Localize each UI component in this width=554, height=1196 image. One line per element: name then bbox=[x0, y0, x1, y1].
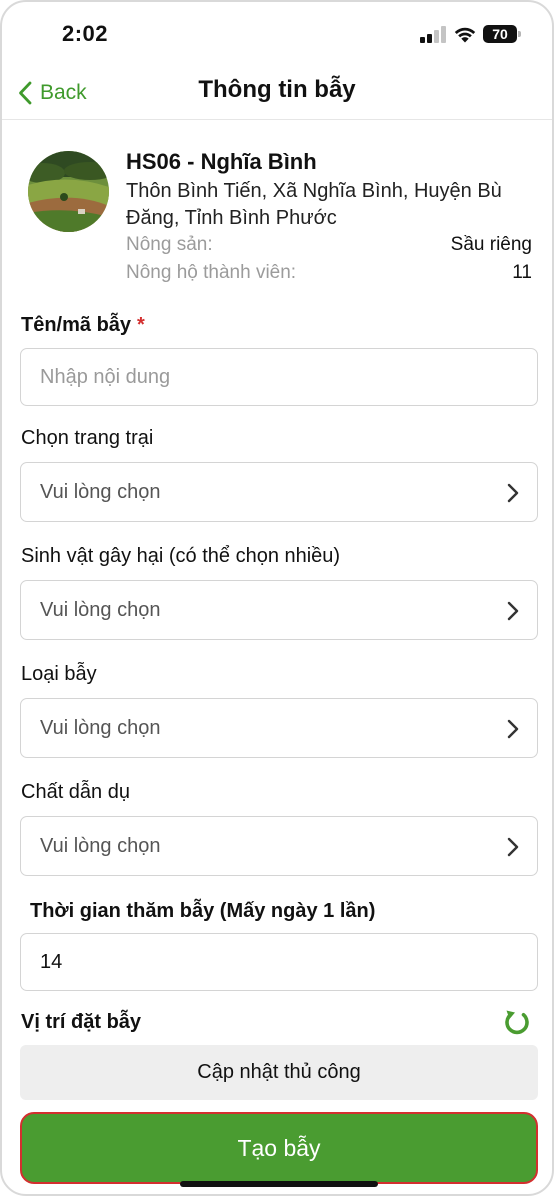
farm-select-value: Vui lòng chọn bbox=[40, 481, 161, 503]
farm-info-card: HS06 - Nghĩa Bình Thôn Bình Tiến, Xã Ngh… bbox=[2, 120, 552, 290]
page-title: Thông tin bẫy bbox=[198, 76, 356, 103]
refresh-icon[interactable] bbox=[501, 1006, 533, 1038]
members-label: Nông hộ thành viên: bbox=[126, 262, 297, 283]
trap-name-field[interactable] bbox=[20, 348, 538, 406]
visit-interval-field[interactable]: 14 bbox=[20, 933, 538, 991]
pest-select-label: Sinh vật gây hại (có thể chọn nhiều) bbox=[21, 545, 341, 567]
farm-select[interactable]: Vui lòng chọn bbox=[20, 462, 538, 522]
visit-interval-label: Thời gian thăm bẫy (Mấy ngày 1 lần) bbox=[30, 900, 376, 922]
lure-select[interactable]: Vui lòng chọn bbox=[20, 816, 538, 876]
farm-name: HS06 - Nghĩa Bình bbox=[126, 149, 317, 174]
lure-select-label: Chất dẫn dụ bbox=[21, 781, 130, 803]
pest-select-value: Vui lòng chọn bbox=[40, 599, 161, 621]
home-indicator bbox=[180, 1181, 378, 1187]
pest-select[interactable]: Vui lòng chọn bbox=[20, 580, 538, 640]
chevron-right-icon bbox=[507, 483, 519, 503]
visit-interval-value[interactable]: 14 bbox=[40, 951, 62, 974]
chevron-right-icon bbox=[507, 719, 519, 739]
required-mark: * bbox=[137, 314, 145, 336]
members-value: 11 bbox=[512, 262, 532, 283]
phone-screen: 2:02 70 Back Thông tin bẫy HS06 - Nghĩa … bbox=[0, 0, 554, 1196]
wifi-icon bbox=[454, 27, 476, 43]
nav-bar: Back Thông tin bẫy bbox=[2, 66, 552, 120]
battery-icon: 70 bbox=[483, 25, 521, 43]
status-time: 2:02 bbox=[62, 21, 109, 46]
trap-type-label: Loại bẫy bbox=[21, 663, 97, 685]
chevron-right-icon bbox=[507, 601, 519, 621]
trap-name-label: Tên/mã bẫy * bbox=[21, 314, 145, 336]
cellular-signal-icon bbox=[420, 26, 448, 43]
trap-location-label: Vị trí đặt bẫy bbox=[21, 1011, 142, 1033]
battery-level: 70 bbox=[483, 25, 517, 43]
crop-row: Nông sản: Sầu riêng bbox=[126, 234, 532, 256]
farm-avatar bbox=[28, 151, 109, 232]
trap-name-input[interactable] bbox=[21, 349, 537, 405]
crop-value: Sầu riêng bbox=[450, 234, 532, 255]
trap-type-value: Vui lòng chọn bbox=[40, 717, 161, 739]
chevron-right-icon bbox=[507, 837, 519, 857]
lure-select-value: Vui lòng chọn bbox=[40, 835, 161, 857]
manual-update-button[interactable]: Cập nhật thủ công bbox=[20, 1045, 538, 1100]
farm-address: Thôn Bình Tiến, Xã Nghĩa Bình, Huyện Bù … bbox=[126, 180, 502, 229]
crop-label: Nông sản: bbox=[126, 234, 213, 255]
trap-type-select[interactable]: Vui lòng chọn bbox=[20, 698, 538, 758]
status-bar: 2:02 70 bbox=[2, 2, 552, 66]
members-row: Nông hộ thành viên: 11 bbox=[126, 262, 532, 284]
create-trap-button[interactable]: Tạo bẫy bbox=[20, 1112, 538, 1184]
farm-select-label: Chọn trang trại bbox=[21, 427, 154, 449]
